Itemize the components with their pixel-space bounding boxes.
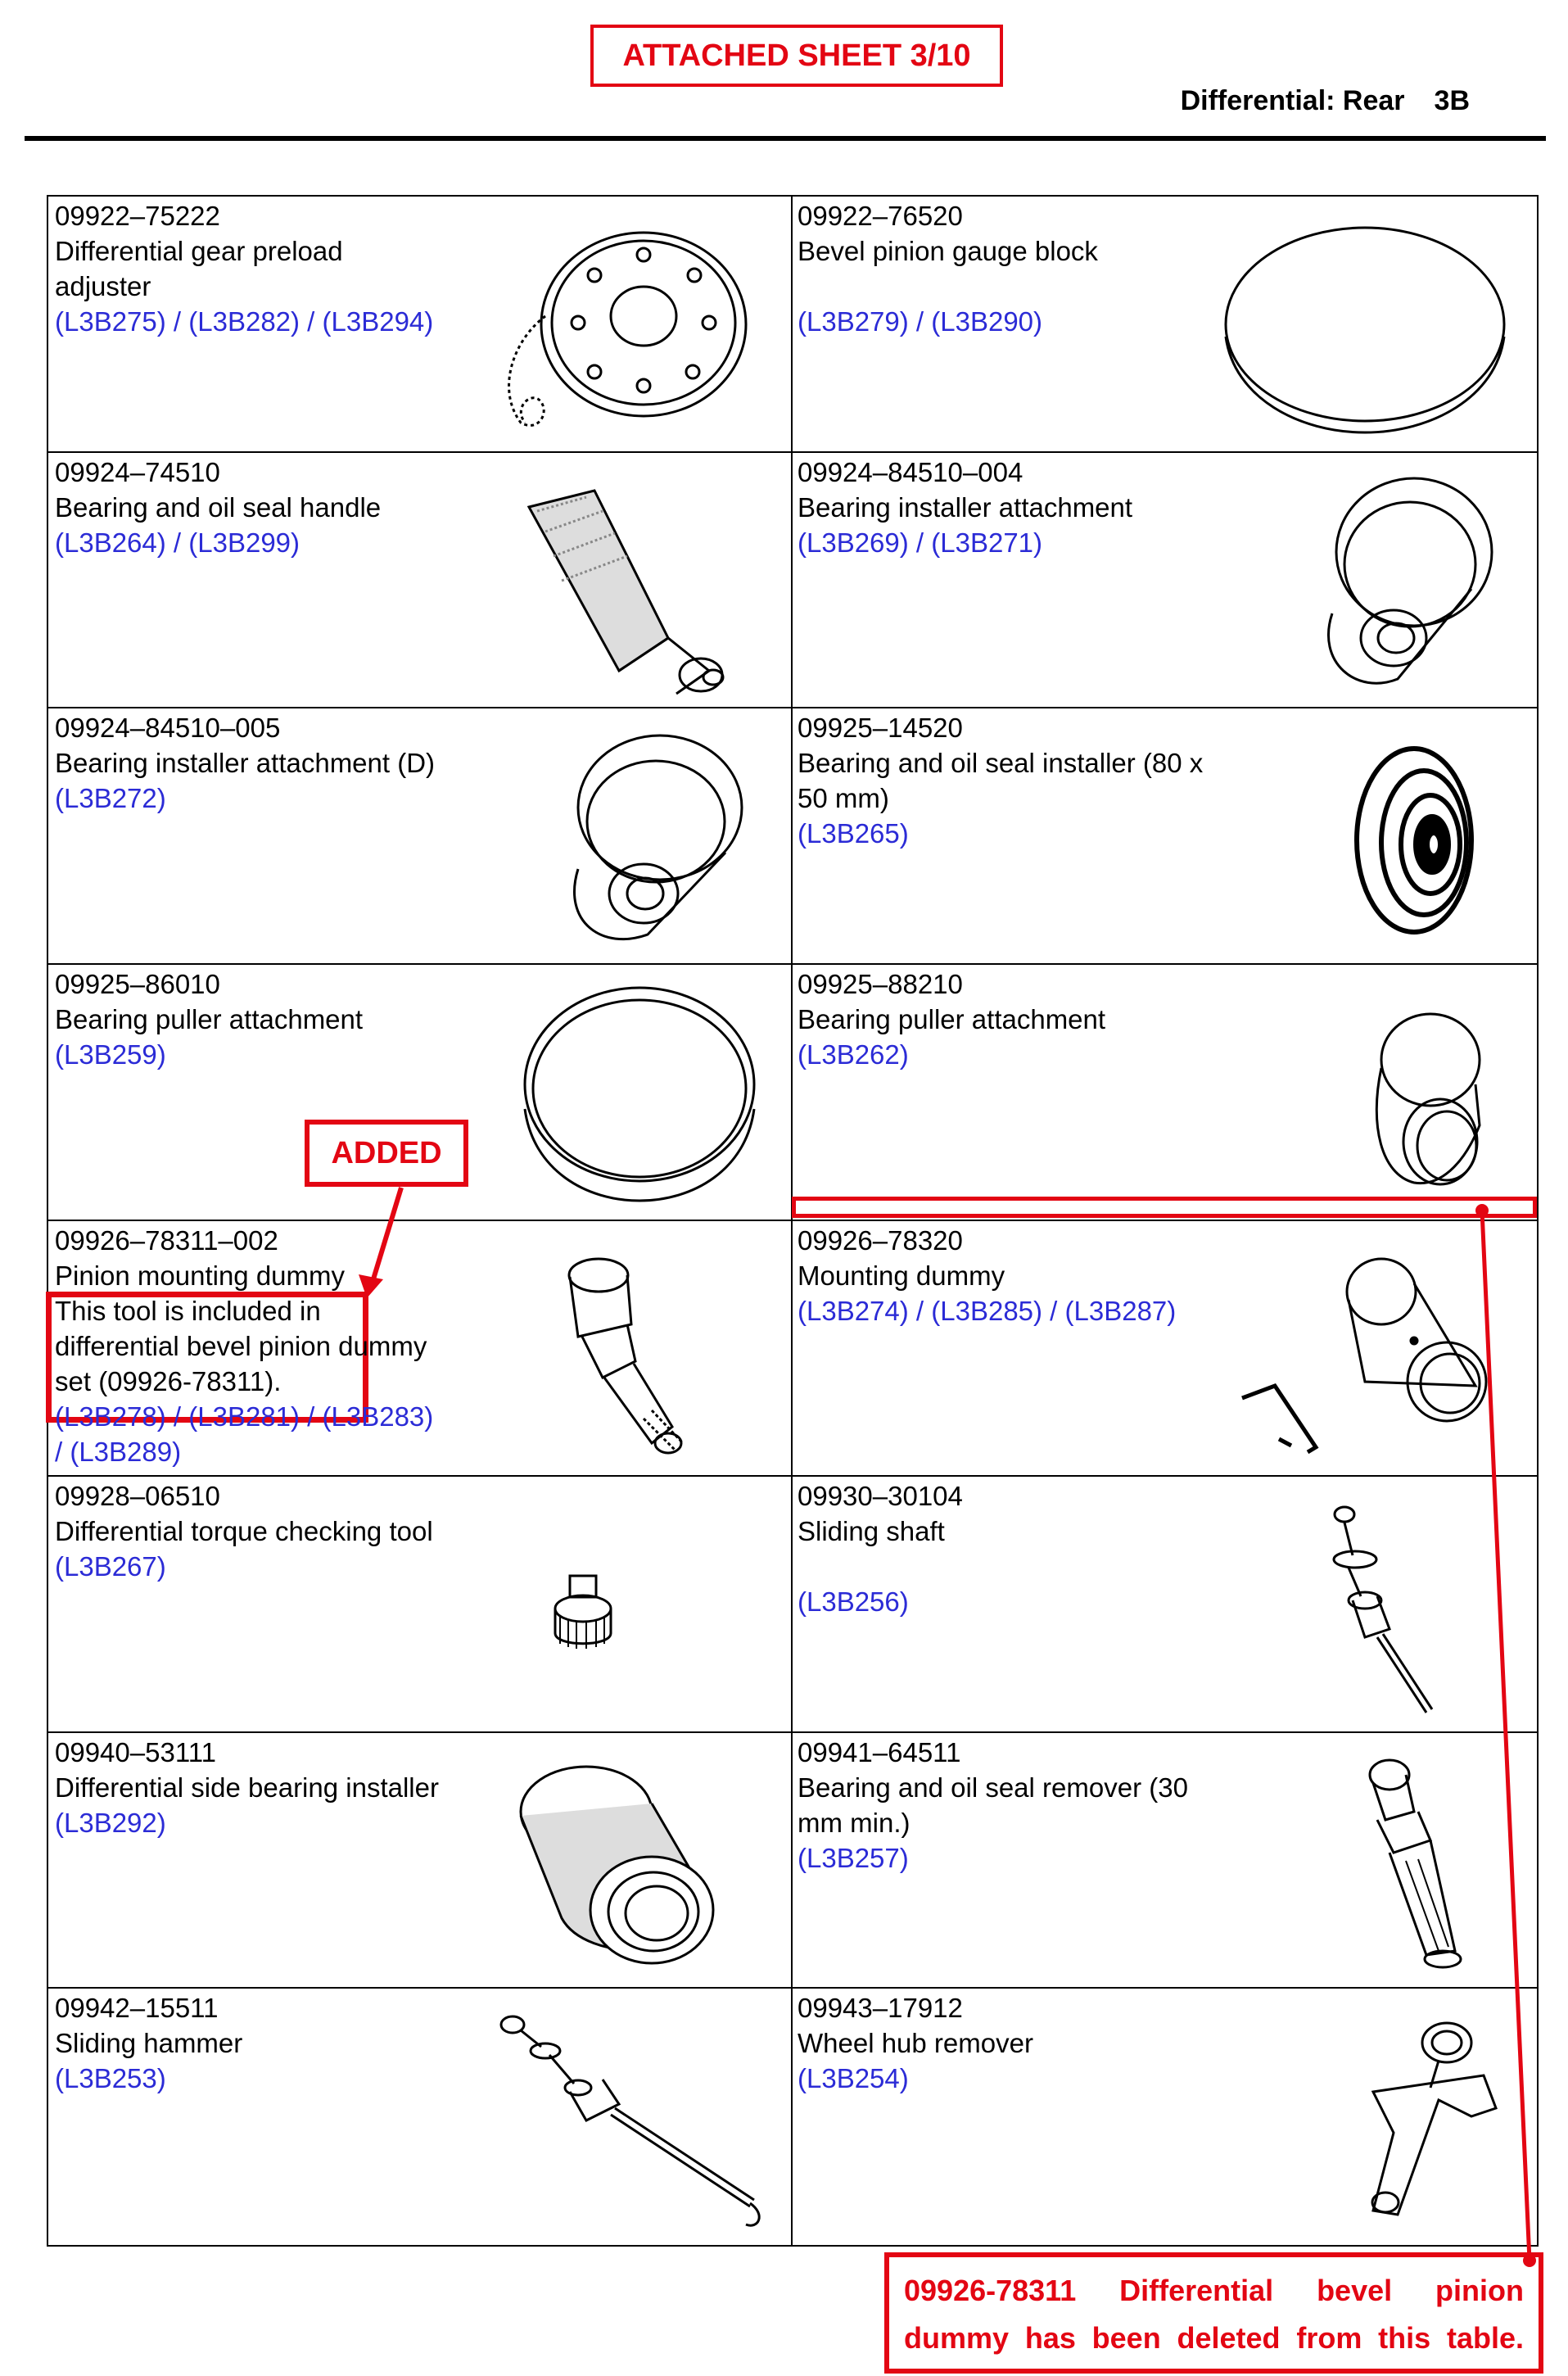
tool-cell: 09943–17912 Wheel hub remover (L3B254) [793,1989,1537,2245]
tool-cell: 09930–30104 Sliding shaft (L3B256) [793,1477,1537,1733]
tool-name: Sliding hammer [55,2028,243,2059]
part-number: 09926–78320 [798,1224,963,1256]
section-code: 3B [1434,85,1470,116]
section-heading: Differential: Rear 3B [1181,85,1470,117]
tool-cell: 09940–53111 Differential side bearing in… [48,1732,793,1989]
part-number: 09928–06510 [55,1481,220,1512]
tool-name: Bearing puller attachment [55,1003,364,1034]
tool-name: Bearing puller attachment [798,1003,1106,1034]
reference-links[interactable]: (L3B267) [55,1549,440,1584]
part-number: 09925–14520 [798,713,963,744]
part-number: 09922–76520 [798,201,963,231]
torque-tool-icon [463,1498,766,1719]
tool-name: Bearing installer attachment (D) [55,748,436,779]
part-number: 09924–84510–005 [55,713,281,744]
added-label: ADDED [305,1120,468,1187]
tool-cell: 09925–88210 Bearing puller attachment (L… [793,965,1537,1221]
tool-cell: 09942–15511 Sliding hammer (L3B253) [48,1989,793,2245]
tool-cell: 09924–84510–004 Bearing installer attach… [793,453,1537,709]
part-number: 09925–86010 [55,968,220,999]
tool-name: Differential gear preload adjuster [55,236,343,301]
reference-links[interactable]: (L3B269) / (L3B271) [798,525,1223,560]
part-number: 09926–78311–002 [55,1224,278,1256]
reference-links[interactable]: (L3B254) [798,2061,1223,2096]
tool-note: This tool is included in differential be… [55,1295,427,1396]
part-number: 09943–17912 [798,1993,963,2024]
pinion-dummy-icon [463,1242,766,1464]
part-number: 09925–88210 [798,968,963,999]
installer-attachment-icon [1209,474,1512,695]
part-number: 09922–75222 [55,201,220,231]
reference-links[interactable]: (L3B265) [798,816,1223,851]
small-puller-attachment-icon [1209,986,1512,1207]
tool-cell: 09924–74510 Bearing and oil seal handle … [48,452,793,709]
sliding-hammer-icon [463,2010,766,2231]
reference-links[interactable]: (L3B274) / (L3B285) / (L3B287) [798,1293,1223,1328]
tool-name: Pinion mounting dummy [55,1260,346,1291]
side-bearing-installer-icon [463,1754,766,1975]
tool-cell: 09926–78320 Mounting dummy (L3B274) / (L… [793,1221,1537,1478]
reference-links[interactable]: (L3B278) / (L3B281) / (L3B283) / (L3B289… [55,1399,440,1469]
puller-attachment-icon [463,986,766,1207]
tool-name: Bearing installer attachment [798,491,1133,523]
reference-links[interactable]: (L3B256) [798,1584,1223,1619]
part-number: 09941–64511 [798,1736,961,1767]
part-number: 09924–74510 [55,456,220,487]
tool-cell: 09922–76520 Bevel pinion gauge block (L3… [793,197,1537,453]
header-rule [25,136,1546,141]
reference-links[interactable]: (L3B257) [798,1840,1223,1876]
tool-name: Differential torque checking tool [55,1516,433,1547]
reference-links[interactable]: (L3B272) [55,781,440,816]
seal-installer-icon [1209,730,1512,951]
reference-links[interactable]: (L3B253) [55,2061,440,2096]
tool-name: Differential side bearing installer [55,1772,439,1803]
reference-links[interactable]: (L3B292) [55,1805,440,1840]
reference-links[interactable]: (L3B264) / (L3B299) [55,525,440,560]
tool-name: Sliding shaft [798,1516,945,1547]
tool-cell: 09924–84510–005 Bearing installer attach… [48,708,793,965]
sliding-shaft-icon [1209,1498,1512,1719]
tool-name: Bearing and oil seal remover (30 mm min.… [798,1772,1188,1838]
section-title: Differential: Rear [1180,85,1405,116]
installer-attachment-d-icon [463,730,766,951]
tool-name: Bevel pinion gauge block [798,236,1098,266]
tool-cell: 09926–78311–002 Pinion mounting dummy Th… [48,1220,793,1478]
reference-links[interactable]: (L3B262) [798,1037,1223,1072]
hub-remover-icon [1209,2010,1512,2231]
tool-cell: 09941–64511 Bearing and oil seal remover… [793,1733,1537,1989]
reference-links[interactable]: (L3B259) [55,1037,440,1072]
seal-handle-icon [463,474,766,695]
deleted-note: 09926-78311 Differential bevel pinion du… [884,2252,1543,2374]
part-number: 09942–15511 [55,1993,219,2024]
tool-cell: 09928–06510 Differential torque checking… [48,1477,793,1733]
special-tools-table: 09922–75222 Differential gear preload ad… [47,195,1539,2247]
preload-adjuster-icon [463,218,766,439]
attached-sheet-banner: ATTACHED SHEET 3/10 [590,25,1003,87]
part-number: 09940–53111 [55,1736,216,1767]
tool-name: Bearing and oil seal handle [55,491,382,523]
tool-cell: 09922–75222 Differential gear preload ad… [48,197,793,453]
part-number: 09924–84510–004 [798,456,1023,487]
mounting-dummy-icon [1209,1242,1512,1464]
tool-name: Wheel hub remover [798,2028,1033,2059]
tool-cell: 09925–14520 Bearing and oil seal install… [793,708,1537,965]
part-number: 09930–30104 [798,1481,963,1512]
reference-links[interactable]: (L3B275) / (L3B282) / (L3B294) [55,304,440,339]
seal-remover-icon [1209,1754,1512,1975]
reference-links[interactable]: (L3B279) / (L3B290) [798,304,1223,339]
gauge-block-icon [1209,218,1512,439]
tool-name: Mounting dummy [798,1260,1005,1291]
tool-name: Bearing and oil seal installer (80 x 50 … [798,748,1204,814]
deleted-row-highlight [792,1197,1537,1218]
